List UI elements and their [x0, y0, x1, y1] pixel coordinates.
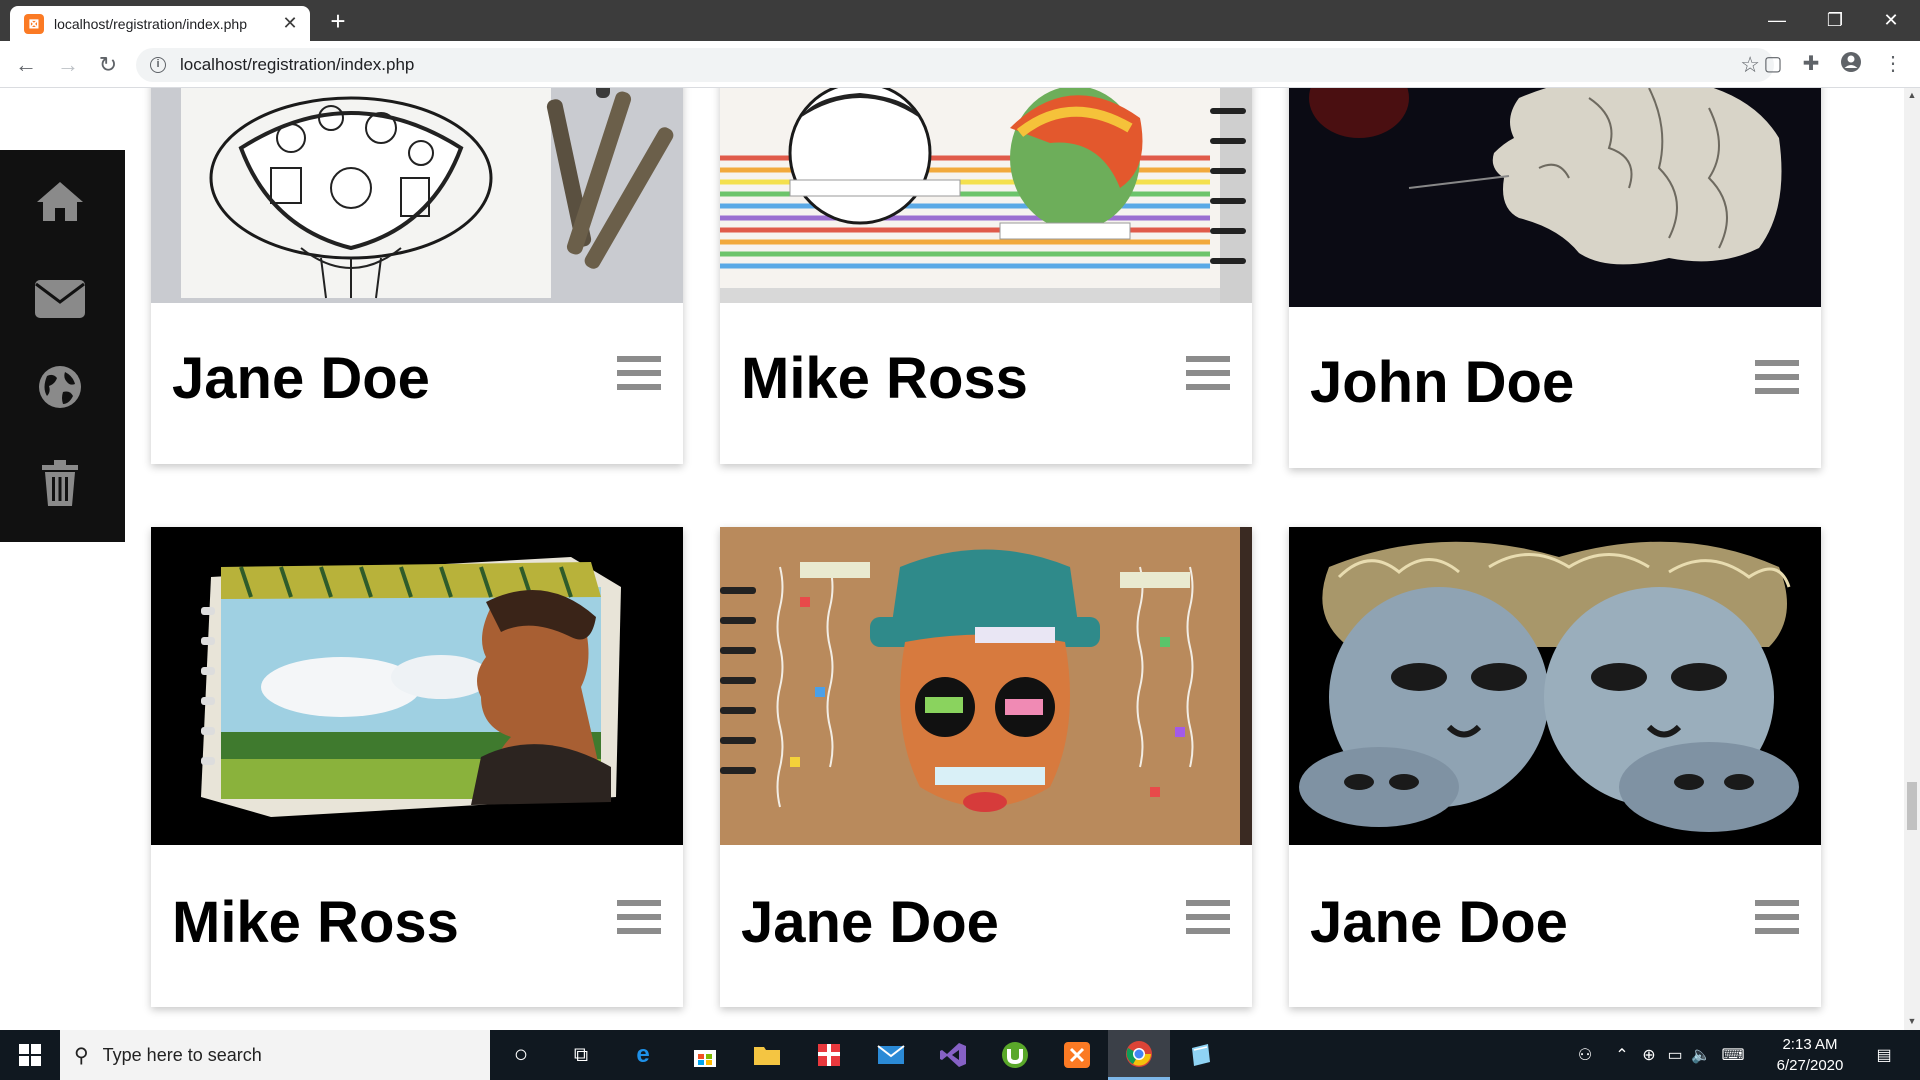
scrollbar-thumb[interactable]: [1907, 782, 1917, 830]
card-name: Jane Doe: [741, 890, 999, 955]
card-name: Mike Ross: [741, 346, 1028, 411]
browser-menu-icon[interactable]: ⋮: [1880, 51, 1906, 77]
tab-title: localhost/registration/index.php: [54, 15, 248, 32]
network-globe-icon[interactable]: ⊕: [1636, 1030, 1662, 1080]
microsoft-store-icon[interactable]: [674, 1030, 736, 1080]
card-name: John Doe: [1310, 350, 1575, 415]
card-image-painted-boy[interactable]: [151, 527, 683, 845]
edge-browser-icon[interactable]: e: [612, 1030, 674, 1080]
volume-icon[interactable]: 🔈: [1688, 1030, 1714, 1080]
windows-logo-icon: [19, 1044, 41, 1066]
hamburger-menu-icon[interactable]: [617, 356, 661, 390]
clock-time: 2:13 AM: [1782, 1036, 1838, 1053]
system-clock[interactable]: 2:13 AM 6/27/2020: [1758, 1034, 1862, 1076]
scroll-up-arrow-icon[interactable]: ▲: [1904, 90, 1920, 100]
xampp-taskbar-icon[interactable]: [1046, 1030, 1108, 1080]
card-image-metallic-faces[interactable]: [1289, 527, 1821, 845]
hamburger-menu-icon[interactable]: [1186, 356, 1230, 390]
browser-tab[interactable]: ⊠ localhost/registration/index.php ✕: [10, 6, 310, 41]
action-center-icon[interactable]: ▤: [1864, 1030, 1904, 1080]
sidebar-nav: [0, 150, 125, 542]
info-icon[interactable]: i: [150, 57, 166, 73]
card-name: Mike Ross: [172, 890, 459, 955]
card-image-dark-profile[interactable]: [1289, 88, 1821, 307]
minimize-button[interactable]: —: [1748, 0, 1806, 41]
card-name: Jane Doe: [1310, 890, 1568, 955]
chrome-taskbar-icon[interactable]: [1108, 1030, 1170, 1080]
profile-card[interactable]: John Doe: [1289, 88, 1821, 468]
tab-close-icon[interactable]: ✕: [280, 13, 300, 34]
visual-studio-icon[interactable]: [922, 1030, 984, 1080]
utorrent-icon[interactable]: [984, 1030, 1046, 1080]
hamburger-menu-icon[interactable]: [617, 900, 661, 934]
taskbar-search-box[interactable]: ⚲ Type here to search: [60, 1030, 490, 1080]
keyboard-icon[interactable]: ⌨: [1716, 1030, 1750, 1080]
reload-icon[interactable]: ↻: [92, 49, 124, 81]
puzzle-extensions-icon[interactable]: ✚: [1798, 51, 1824, 77]
sidebar-item-globe[interactable]: [33, 360, 87, 414]
url-text[interactable]: localhost/registration/index.php: [180, 55, 414, 75]
close-window-button[interactable]: ✕: [1862, 0, 1920, 41]
gift-app-icon[interactable]: [798, 1030, 860, 1080]
back-arrow-icon[interactable]: ←: [10, 49, 42, 81]
browser-titlebar: ⊠ localhost/registration/index.php ✕ + —…: [0, 0, 1920, 41]
profile-card[interactable]: Jane Doe: [151, 88, 683, 464]
sidebar-item-mail[interactable]: [33, 272, 87, 326]
search-icon: ⚲: [74, 1044, 89, 1067]
cortana-icon[interactable]: ○: [490, 1030, 552, 1080]
page-viewport: Jane Doe Mike Ross John Doe Mike Ross Ja…: [0, 88, 1904, 1030]
notepad-app-icon[interactable]: [1170, 1030, 1232, 1080]
card-image-pen-drawing[interactable]: [151, 88, 683, 303]
page-scrollbar[interactable]: ▲ ▼: [1904, 88, 1920, 1030]
envelope-icon: [35, 280, 85, 318]
search-placeholder[interactable]: Type here to search: [103, 1045, 262, 1066]
profile-card[interactable]: Mike Ross: [151, 527, 683, 1007]
people-icon[interactable]: ⚇: [1568, 1030, 1602, 1080]
battery-icon[interactable]: ▭: [1662, 1030, 1688, 1080]
globe-icon: [39, 366, 81, 408]
card-image-journal-face-collage[interactable]: [720, 527, 1252, 845]
profile-card[interactable]: Jane Doe: [1289, 527, 1821, 1007]
address-bar[interactable]: i localhost/registration/index.php ☆: [136, 48, 1774, 82]
browser-toolbar: ← → ↻ i localhost/registration/index.php…: [0, 41, 1920, 88]
trash-icon: [42, 460, 78, 506]
maximize-button[interactable]: ❐: [1806, 0, 1864, 41]
xampp-icon: ⊠: [24, 13, 44, 34]
show-hidden-icons-chevron-icon[interactable]: ⌃: [1610, 1030, 1634, 1080]
file-explorer-icon[interactable]: [736, 1030, 798, 1080]
new-tab-button[interactable]: +: [322, 6, 354, 36]
hamburger-menu-icon[interactable]: [1186, 900, 1230, 934]
windows-start-button[interactable]: [0, 1030, 60, 1080]
sidebar-item-home[interactable]: [33, 174, 87, 228]
clock-date: 6/27/2020: [1776, 1057, 1844, 1074]
forward-arrow-icon[interactable]: →: [52, 49, 84, 81]
extension-icon[interactable]: ▢: [1760, 51, 1786, 77]
sidebar-item-trash[interactable]: [33, 456, 87, 510]
profile-card[interactable]: Jane Doe: [720, 527, 1252, 1007]
task-view-icon[interactable]: ⧉: [550, 1030, 612, 1080]
scroll-down-arrow-icon[interactable]: ▼: [1904, 1016, 1920, 1026]
profile-card[interactable]: Mike Ross: [720, 88, 1252, 464]
card-image-journal-two-faces[interactable]: [720, 88, 1252, 303]
home-icon: [37, 182, 83, 221]
hamburger-menu-icon[interactable]: [1755, 900, 1799, 934]
card-name: Jane Doe: [172, 346, 430, 411]
hamburger-menu-icon[interactable]: [1755, 360, 1799, 394]
bookmark-star-icon[interactable]: ☆: [1740, 52, 1760, 78]
mail-app-icon[interactable]: [860, 1030, 922, 1080]
profile-avatar-icon[interactable]: [1838, 51, 1864, 77]
windows-taskbar: ⚲ Type here to search ○ ⧉ e ⚇ ⌃ ⊕ ▭ 🔈 ⌨ …: [0, 1030, 1920, 1080]
